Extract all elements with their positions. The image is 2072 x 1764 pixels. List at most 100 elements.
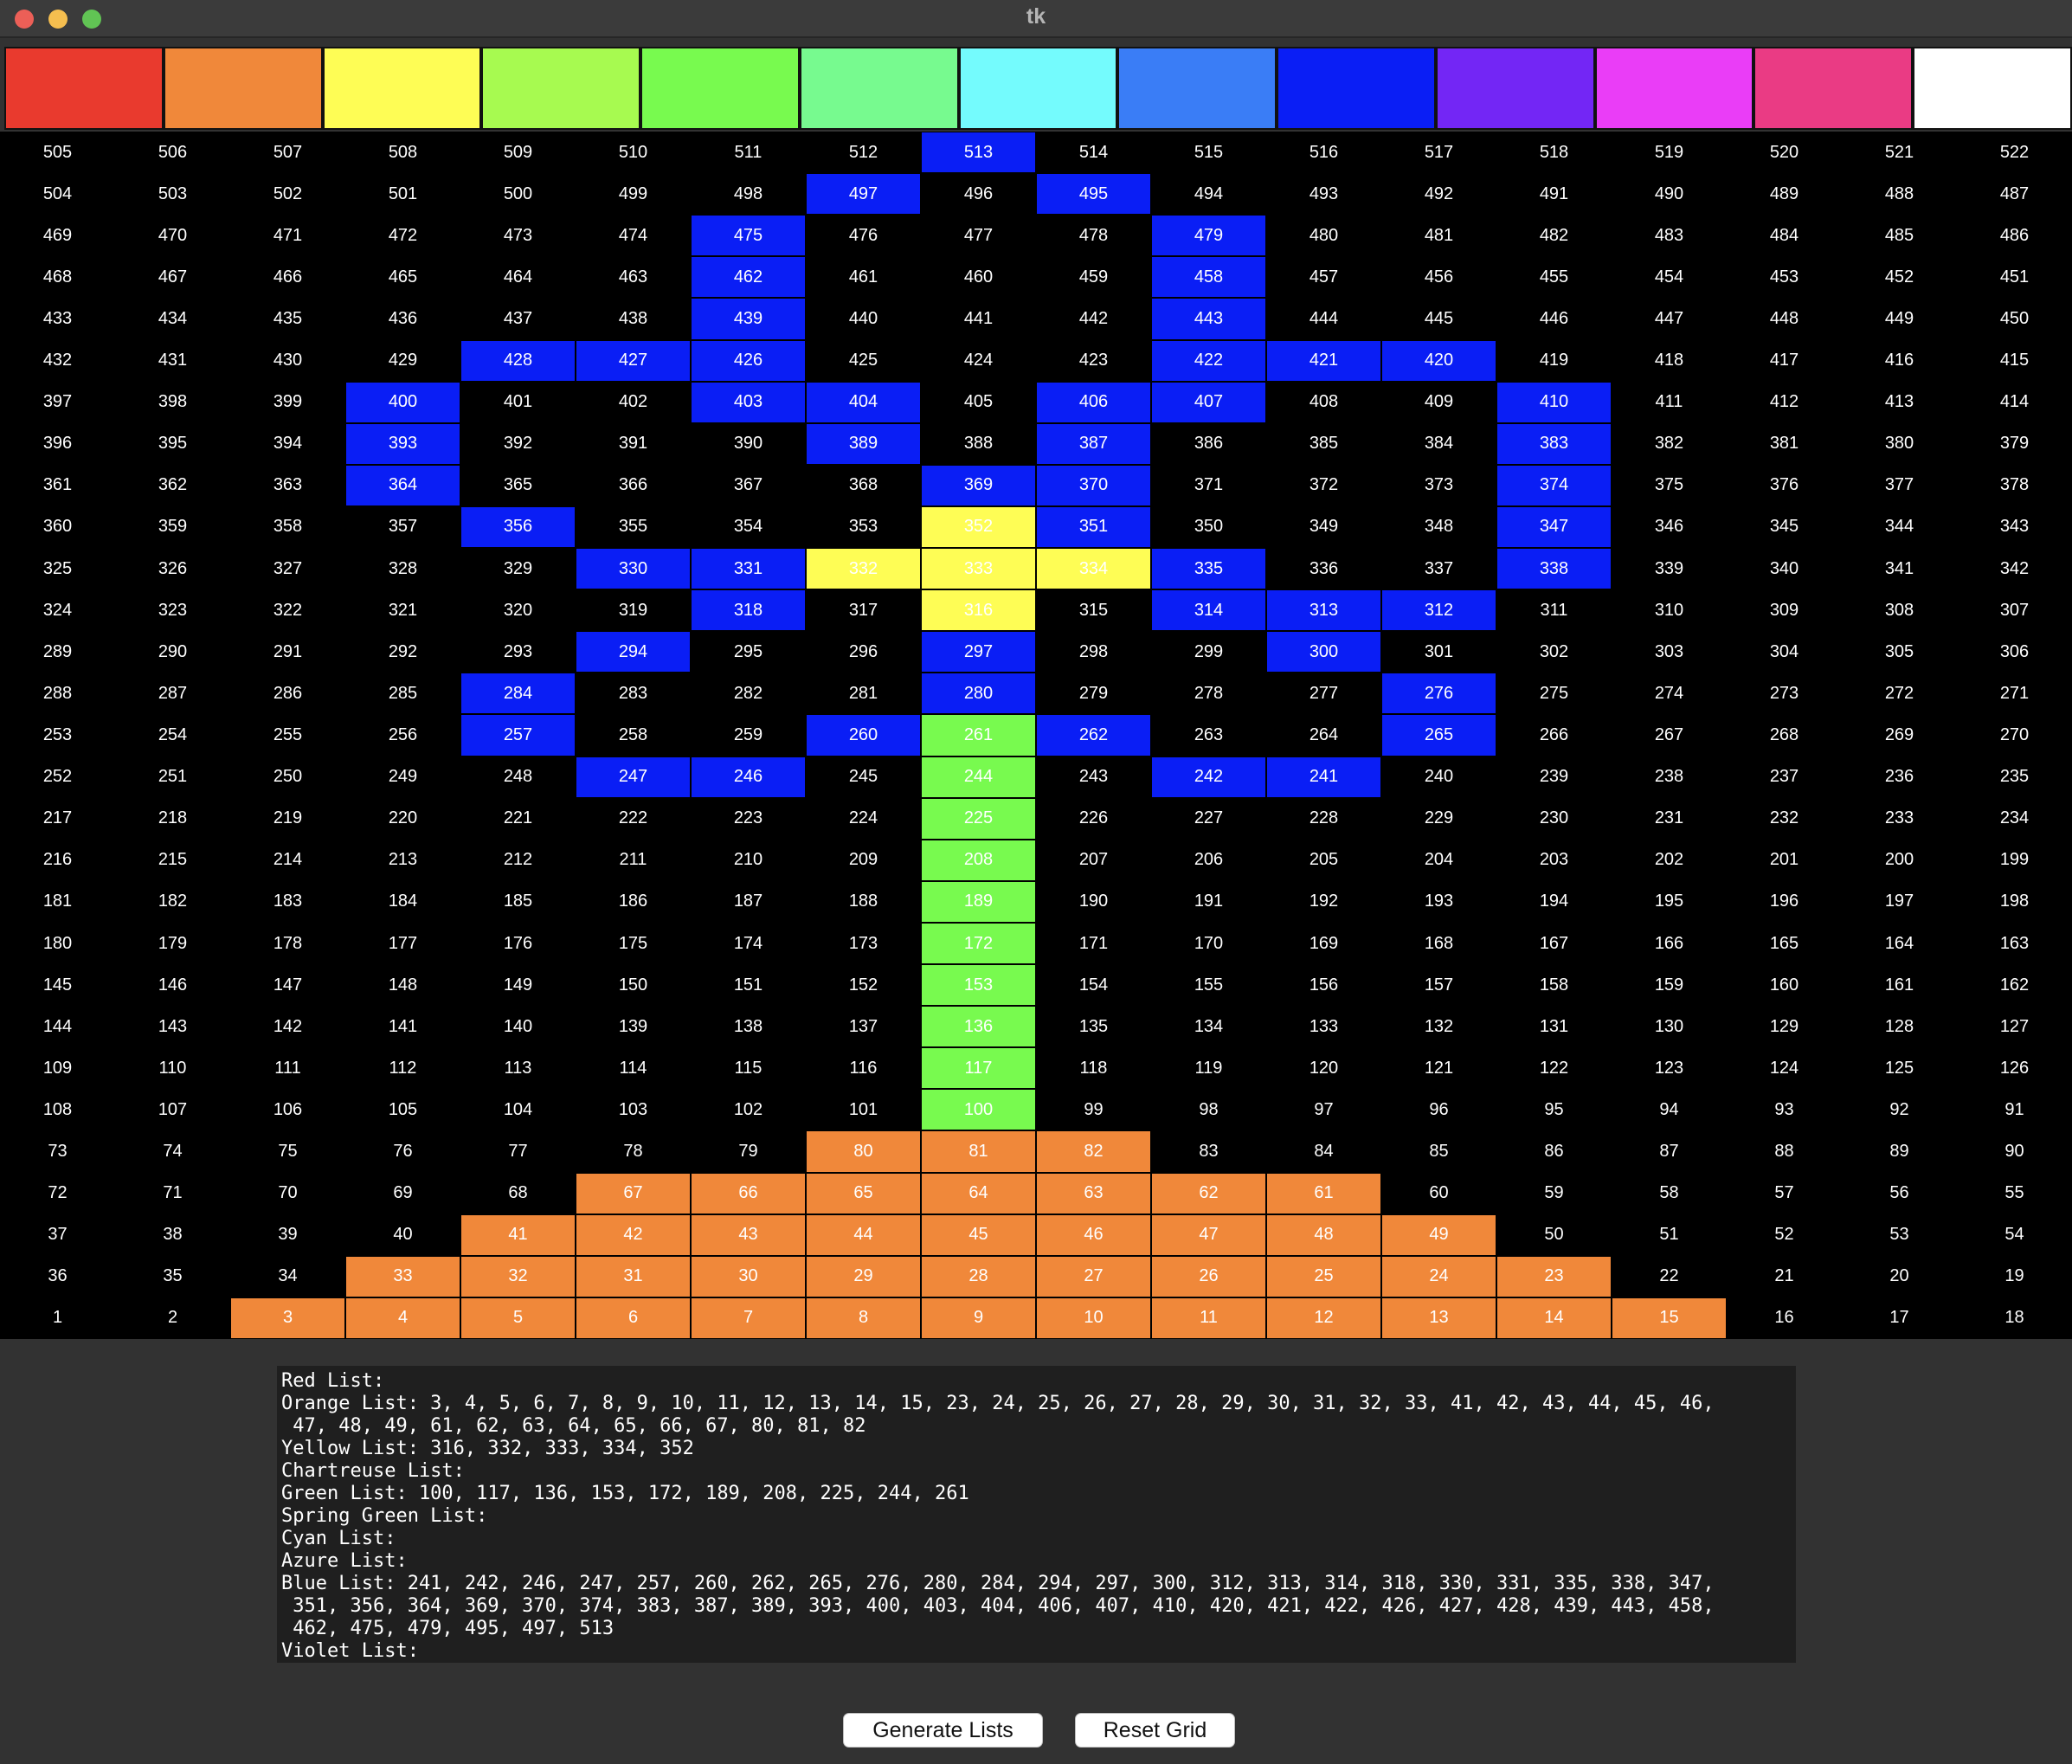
grid-cell-439[interactable]: 439 [691,298,806,340]
grid-cell-20[interactable]: 20 [1842,1256,1957,1297]
grid-cell-31[interactable]: 31 [576,1255,691,1297]
grid-cell-12[interactable]: 12 [1266,1297,1381,1339]
grid-cell-57[interactable]: 57 [1727,1173,1842,1214]
generate-lists-button[interactable]: Generate Lists [843,1713,1043,1748]
grid-cell-199[interactable]: 199 [1957,840,2072,881]
grid-cell-376[interactable]: 376 [1727,465,1842,506]
grid-cell-162[interactable]: 162 [1957,964,2072,1006]
grid-cell-475[interactable]: 475 [691,215,806,257]
grid-cell-160[interactable]: 160 [1727,964,1842,1006]
grid-cell-484[interactable]: 484 [1727,215,1842,256]
grid-cell-265[interactable]: 265 [1381,714,1496,756]
grid-cell-168[interactable]: 168 [1381,923,1496,964]
grid-cell-368[interactable]: 368 [806,465,921,506]
grid-cell-93[interactable]: 93 [1727,1089,1842,1130]
grid-cell-281[interactable]: 281 [806,673,921,714]
grid-cell-36[interactable]: 36 [0,1256,115,1297]
grid-cell-176[interactable]: 176 [460,923,576,964]
grid-cell-231[interactable]: 231 [1612,798,1727,840]
grid-cell-18[interactable]: 18 [1957,1297,2072,1339]
grid-cell-139[interactable]: 139 [576,1006,691,1047]
grid-cell-354[interactable]: 354 [691,506,806,548]
grid-cell-129[interactable]: 129 [1727,1006,1842,1047]
grid-cell-212[interactable]: 212 [460,840,576,881]
grid-cell-275[interactable]: 275 [1496,673,1612,714]
grid-cell-279[interactable]: 279 [1036,673,1151,714]
grid-cell-167[interactable]: 167 [1496,923,1612,964]
grid-cell-197[interactable]: 197 [1842,881,1957,923]
grid-cell-277[interactable]: 277 [1266,673,1381,714]
grid-cell-59[interactable]: 59 [1496,1173,1612,1214]
grid-cell-51[interactable]: 51 [1612,1214,1727,1256]
grid-cell-467[interactable]: 467 [115,256,230,298]
grid-cell-315[interactable]: 315 [1036,589,1151,631]
grid-cell-96[interactable]: 96 [1381,1089,1496,1130]
grid-cell-50[interactable]: 50 [1496,1214,1612,1256]
grid-cell-341[interactable]: 341 [1842,548,1957,589]
grid-cell-386[interactable]: 386 [1151,423,1266,465]
grid-cell-454[interactable]: 454 [1612,256,1727,298]
grid-cell-357[interactable]: 357 [345,506,460,548]
grid-cell-103[interactable]: 103 [576,1089,691,1130]
grid-cell-411[interactable]: 411 [1612,382,1727,423]
grid-cell-460[interactable]: 460 [921,256,1036,298]
grid-cell-428[interactable]: 428 [460,339,576,382]
grid-cell-208[interactable]: 208 [921,839,1036,881]
grid-cell-99[interactable]: 99 [1036,1089,1151,1130]
grid-cell-116[interactable]: 116 [806,1047,921,1089]
grid-cell-138[interactable]: 138 [691,1006,806,1047]
grid-cell-119[interactable]: 119 [1151,1047,1266,1089]
grid-cell-464[interactable]: 464 [460,256,576,298]
grid-cell-56[interactable]: 56 [1842,1173,1957,1214]
grid-cell-304[interactable]: 304 [1727,631,1842,673]
grid-cell-336[interactable]: 336 [1266,548,1381,589]
grid-cell-38[interactable]: 38 [115,1214,230,1256]
grid-cell-409[interactable]: 409 [1381,382,1496,423]
grid-cell-92[interactable]: 92 [1842,1089,1957,1130]
grid-cell-367[interactable]: 367 [691,465,806,506]
grid-cell-170[interactable]: 170 [1151,923,1266,964]
grid-cell-134[interactable]: 134 [1151,1006,1266,1047]
grid-cell-339[interactable]: 339 [1612,548,1727,589]
grid-cell-21[interactable]: 21 [1727,1256,1842,1297]
grid-cell-4[interactable]: 4 [345,1297,460,1339]
grid-cell-251[interactable]: 251 [115,756,230,798]
grid-cell-230[interactable]: 230 [1496,798,1612,840]
grid-cell-316[interactable]: 316 [921,589,1036,632]
grid-cell-424[interactable]: 424 [921,340,1036,382]
grid-cell-331[interactable]: 331 [691,548,806,590]
grid-cell-408[interactable]: 408 [1266,382,1381,423]
grid-cell-402[interactable]: 402 [576,382,691,423]
grid-cell-111[interactable]: 111 [230,1047,345,1089]
grid-cell-447[interactable]: 447 [1612,298,1727,339]
grid-cell-274[interactable]: 274 [1612,673,1727,714]
grid-cell-256[interactable]: 256 [345,714,460,756]
grid-cell-433[interactable]: 433 [0,298,115,339]
grid-cell-242[interactable]: 242 [1151,756,1266,798]
grid-cell-239[interactable]: 239 [1496,756,1612,798]
grid-cell-142[interactable]: 142 [230,1006,345,1047]
grid-cell-450[interactable]: 450 [1957,298,2072,339]
grid-cell-43[interactable]: 43 [691,1214,806,1256]
grid-cell-413[interactable]: 413 [1842,382,1957,423]
grid-cell-509[interactable]: 509 [460,132,576,173]
grid-cell-270[interactable]: 270 [1957,714,2072,756]
grid-cell-470[interactable]: 470 [115,215,230,256]
grid-cell-306[interactable]: 306 [1957,631,2072,673]
grid-cell-377[interactable]: 377 [1842,465,1957,506]
grid-cell-286[interactable]: 286 [230,673,345,714]
grid-cell-52[interactable]: 52 [1727,1214,1842,1256]
grid-cell-144[interactable]: 144 [0,1006,115,1047]
grid-cell-35[interactable]: 35 [115,1256,230,1297]
grid-cell-261[interactable]: 261 [921,714,1036,756]
grid-cell-244[interactable]: 244 [921,756,1036,798]
grid-cell-68[interactable]: 68 [460,1173,576,1214]
grid-cell-285[interactable]: 285 [345,673,460,714]
grid-cell-159[interactable]: 159 [1612,964,1727,1006]
grid-cell-260[interactable]: 260 [806,714,921,756]
grid-cell-340[interactable]: 340 [1727,548,1842,589]
grid-cell-508[interactable]: 508 [345,132,460,173]
grid-cell-513[interactable]: 513 [921,132,1036,174]
grid-cell-11[interactable]: 11 [1151,1297,1266,1339]
grid-cell-379[interactable]: 379 [1957,423,2072,465]
